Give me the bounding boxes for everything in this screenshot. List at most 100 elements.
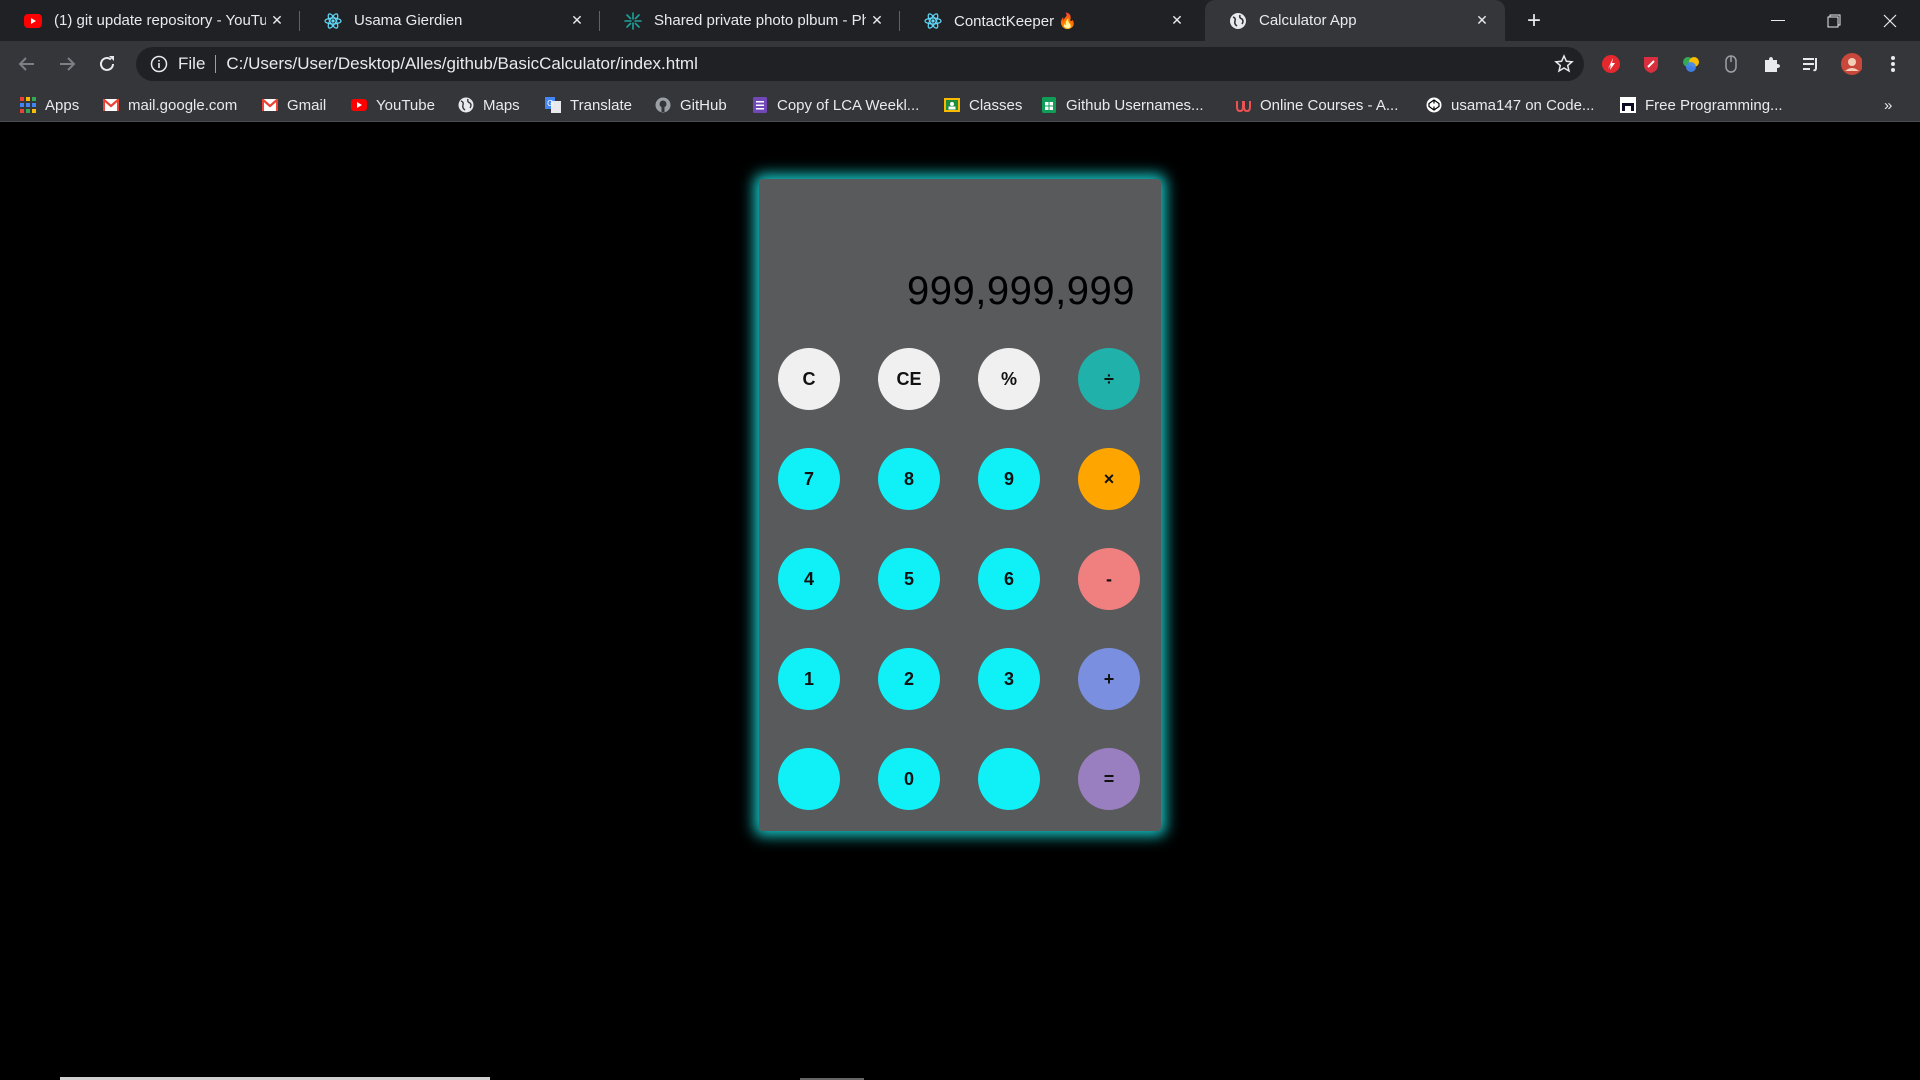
- udemy-icon: [1235, 97, 1251, 113]
- bookmark-maps[interactable]: Maps: [458, 94, 520, 116]
- info-icon[interactable]: [150, 55, 168, 73]
- tab-strip: (1) git update repository - YouTube ✕ Us…: [0, 0, 1920, 41]
- bookmark-github-usernames[interactable]: Github Usernames...: [1041, 94, 1204, 116]
- reload-icon[interactable]: [92, 49, 122, 79]
- bookmark-mail-google[interactable]: mail.google.com: [103, 94, 237, 116]
- equals-button[interactable]: =: [1078, 748, 1140, 810]
- bookmark-label: Free Programming...: [1645, 96, 1783, 114]
- svg-text:G: G: [547, 99, 553, 108]
- gmail-icon: [103, 97, 119, 113]
- minimize-icon[interactable]: [1750, 0, 1806, 41]
- media-queue-icon[interactable]: [1800, 53, 1822, 75]
- profile-avatar-icon[interactable]: [1840, 53, 1862, 75]
- percent-button[interactable]: %: [978, 348, 1040, 410]
- address-bar[interactable]: File C:/Users/User/Desktop/Alles/github/…: [136, 47, 1584, 81]
- bookmark-gmail[interactable]: Gmail: [262, 94, 326, 116]
- url-text[interactable]: C:/Users/User/Desktop/Alles/github/Basic…: [226, 54, 697, 74]
- youtube-icon: [24, 12, 42, 30]
- tab-title: Usama Gierdien: [354, 12, 463, 29]
- tab-usama-gierdien[interactable]: Usama Gierdien ✕: [300, 0, 600, 41]
- restore-icon[interactable]: [1806, 0, 1862, 41]
- digit-6-button[interactable]: 6: [978, 548, 1040, 610]
- bookmark-free-programming[interactable]: Free Programming...: [1620, 94, 1783, 116]
- forms-icon: [752, 97, 768, 113]
- bookmark-label: usama147 on Code...: [1451, 96, 1595, 114]
- close-icon[interactable]: ✕: [1471, 10, 1493, 32]
- bookmark-label: GitHub: [680, 96, 727, 114]
- bookmark-label: Maps: [483, 96, 520, 114]
- calculator: 999,999,999 C CE% ÷ 7 8 9 × 4 5 6- 1 2 3 +0 =: [759, 179, 1161, 831]
- bookmarks-overflow-button[interactable]: »: [1884, 94, 1892, 116]
- digit-2-button[interactable]: 2: [878, 648, 940, 710]
- close-icon[interactable]: ✕: [1166, 10, 1188, 32]
- bookmark-codepen[interactable]: usama147 on Code...: [1426, 94, 1594, 116]
- apps-grid-icon: [20, 97, 36, 113]
- youtube-icon: [351, 97, 367, 113]
- digit-3-button[interactable]: 3: [978, 648, 1040, 710]
- tab-calculator-app[interactable]: Calculator App ✕: [1205, 0, 1505, 41]
- tab-title: Calculator App: [1259, 12, 1357, 29]
- new-tab-button[interactable]: +: [1520, 7, 1548, 35]
- bookmark-youtube[interactable]: YouTube: [351, 94, 435, 116]
- digit-7-button[interactable]: 7: [778, 448, 840, 510]
- window-close-icon[interactable]: [1862, 0, 1918, 41]
- tab-title: (1) git update repository - YouTube: [54, 12, 266, 29]
- blank-left-button[interactable]: [778, 748, 840, 810]
- codepen-icon: [1426, 97, 1442, 113]
- globe-icon: [458, 97, 474, 113]
- digit-5-button[interactable]: 5: [878, 548, 940, 610]
- bookmarks-bar: Apps mail.google.com Gmail YouTube Maps …: [0, 87, 1920, 122]
- react-icon: [924, 12, 942, 30]
- bookmark-online-courses[interactable]: Online Courses - A...: [1235, 94, 1398, 116]
- page-content: 999,999,999 C CE% ÷ 7 8 9 × 4 5 6- 1 2 3 +0 =: [0, 122, 1920, 1080]
- tab-youtube[interactable]: (1) git update repository - YouTube ✕: [0, 0, 300, 41]
- bookmark-label: mail.google.com: [128, 96, 238, 114]
- bookmark-label: Github Usernames...: [1066, 96, 1204, 114]
- globe-icon: [1229, 12, 1247, 30]
- clear-entry-button[interactable]: CE: [878, 348, 940, 410]
- bookmark-label: Gmail: [287, 96, 327, 114]
- bookmark-label: Online Courses - A...: [1260, 96, 1399, 114]
- bookmark-translate[interactable]: G Translate: [545, 94, 632, 116]
- tab-contactkeeper[interactable]: ContactKeeper 🔥 ✕: [900, 0, 1200, 41]
- digit-1-button[interactable]: 1: [778, 648, 840, 710]
- bookmark-classes[interactable]: Classes: [944, 94, 1022, 116]
- multiply-button[interactable]: ×: [1078, 448, 1140, 510]
- extension-red-circle-icon[interactable]: [1600, 53, 1622, 75]
- extensions-puzzle-icon[interactable]: [1760, 53, 1782, 75]
- extension-red-shield-icon[interactable]: [1640, 53, 1662, 75]
- digit-9-button[interactable]: 9: [978, 448, 1040, 510]
- classroom-icon: [944, 97, 960, 113]
- close-icon[interactable]: ✕: [266, 10, 288, 32]
- star-icon[interactable]: [1554, 54, 1574, 74]
- bookmark-lca-weekly[interactable]: Copy of LCA Weekl...: [752, 94, 919, 116]
- sparkle-icon: [624, 11, 642, 30]
- mouse-extension-icon[interactable]: [1720, 53, 1742, 75]
- more-menu-icon[interactable]: [1882, 53, 1904, 75]
- tab-title: ContactKeeper 🔥: [954, 12, 1077, 30]
- browser-toolbar: File C:/Users/User/Desktop/Alles/github/…: [0, 41, 1920, 87]
- digit-8-button[interactable]: 8: [878, 448, 940, 510]
- github-icon: [655, 97, 671, 113]
- bookmark-apps[interactable]: Apps: [20, 94, 79, 116]
- digit-4-button[interactable]: 4: [778, 548, 840, 610]
- tab-shared-photo-album[interactable]: Shared private photo plbum - Ph ✕: [600, 0, 900, 41]
- bookmark-github[interactable]: GitHub: [655, 94, 727, 116]
- extension-colorful-icon[interactable]: [1680, 53, 1702, 75]
- tab-title: Shared private photo plbum - Ph: [654, 12, 866, 29]
- divide-button[interactable]: ÷: [1078, 348, 1140, 410]
- clear-button[interactable]: C: [778, 348, 840, 410]
- forward-icon[interactable]: [52, 49, 82, 79]
- digit-0-button[interactable]: 0: [878, 748, 940, 810]
- translate-icon: G: [545, 97, 561, 113]
- close-icon[interactable]: ✕: [866, 10, 888, 32]
- calculator-display: 999,999,999: [907, 269, 1135, 313]
- freecodecamp-icon: [1620, 97, 1636, 113]
- back-icon[interactable]: [12, 49, 42, 79]
- close-icon[interactable]: ✕: [566, 10, 588, 32]
- blank-right-button[interactable]: [978, 748, 1040, 810]
- react-icon: [324, 12, 342, 30]
- add-button[interactable]: +: [1078, 648, 1140, 710]
- bookmark-label: Classes: [969, 96, 1023, 114]
- subtract-button[interactable]: -: [1078, 548, 1140, 610]
